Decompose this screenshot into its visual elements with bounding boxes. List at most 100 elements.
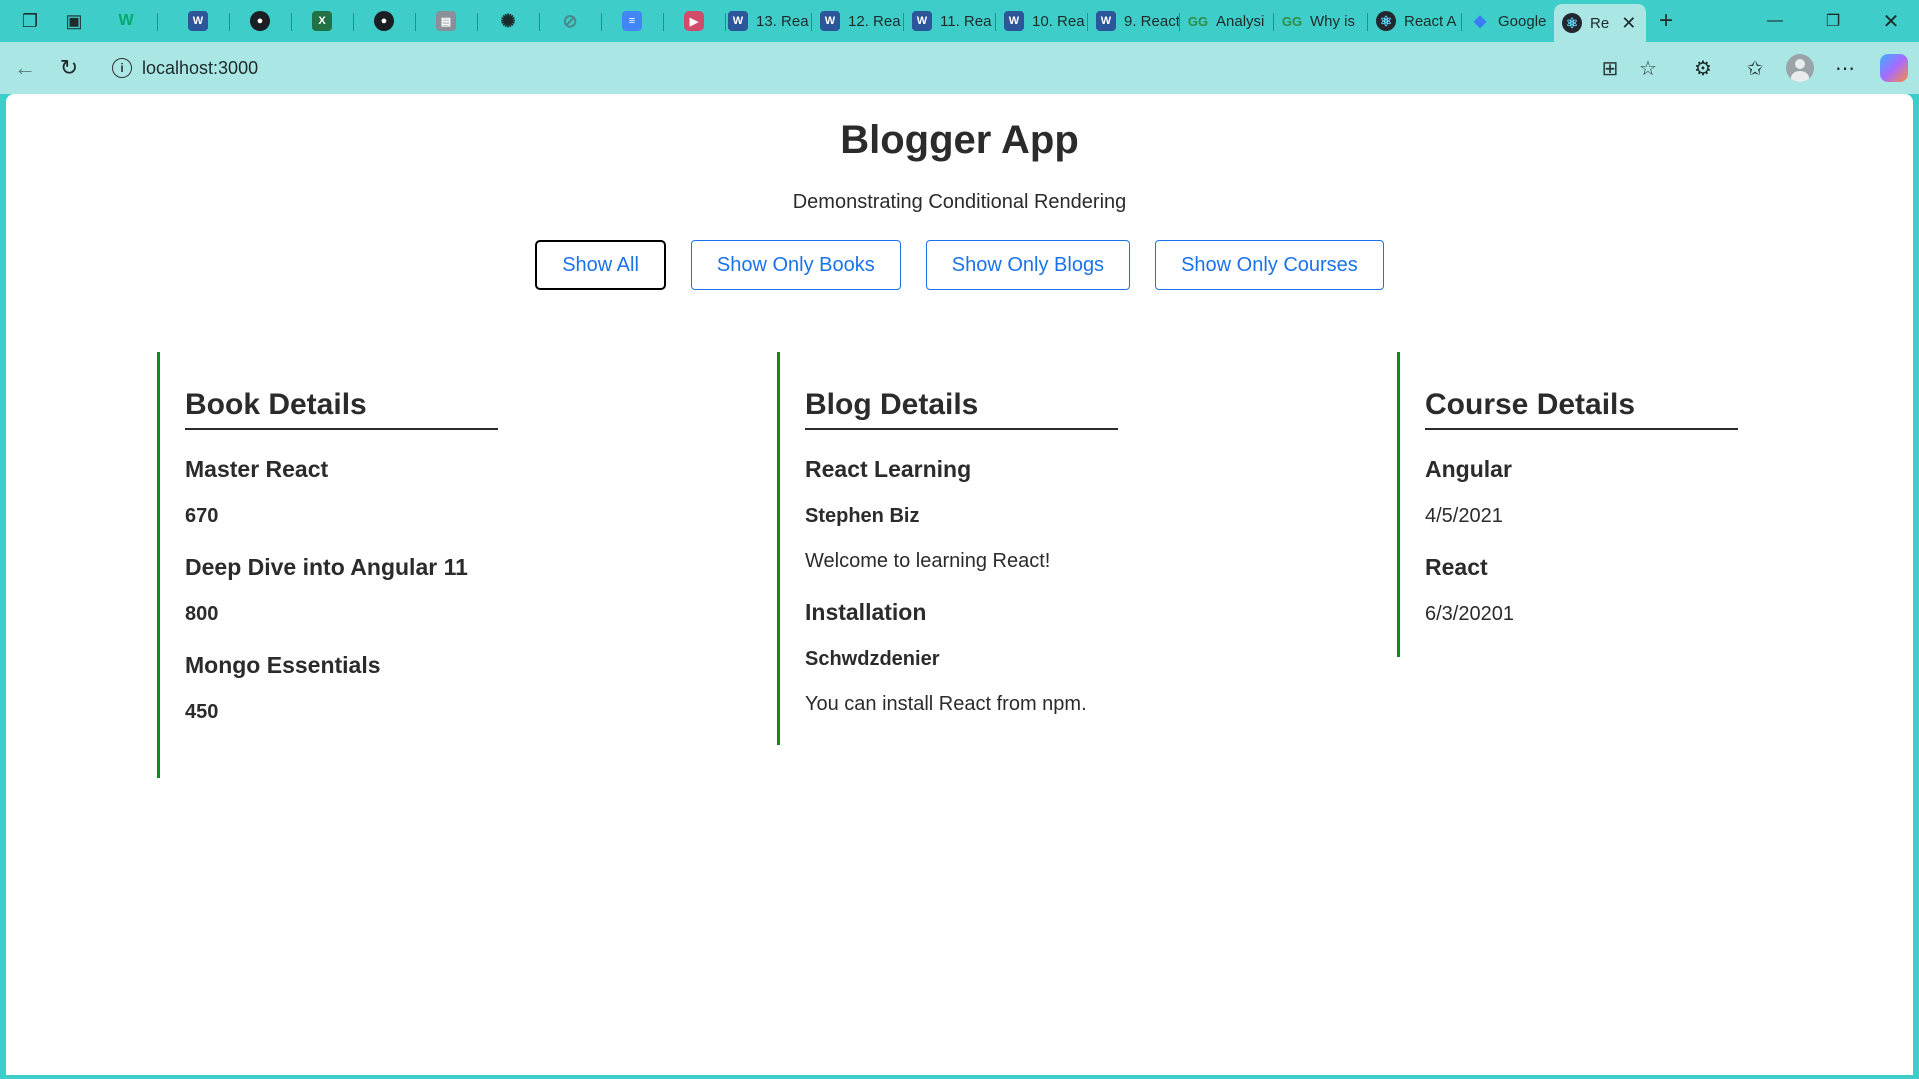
chatgpt-favicon-icon: ✺ bbox=[500, 10, 516, 31]
word-favicon-icon: W bbox=[1096, 11, 1116, 31]
course-date: 6/3/20201 bbox=[1425, 603, 1514, 625]
tab-title: 13. Rea bbox=[756, 12, 809, 30]
show-only-courses-button[interactable]: Show Only Courses bbox=[1155, 240, 1384, 290]
browser-tab[interactable]: ✺ bbox=[490, 4, 540, 38]
browser-tab[interactable]: W 13. Rea bbox=[720, 4, 812, 38]
tab-title: React A bbox=[1404, 12, 1457, 30]
blog-details-section: Blog Details React Learning Stephen Biz … bbox=[777, 352, 1118, 745]
browser-tab[interactable]: ● bbox=[242, 4, 292, 38]
book-details-heading: Book Details bbox=[185, 352, 498, 430]
tab-title: 9. React bbox=[1124, 12, 1180, 30]
browser-tab[interactable]: ▶ bbox=[676, 4, 726, 38]
profile-icon[interactable] bbox=[1786, 54, 1814, 82]
tab-title: 12. Rea bbox=[848, 12, 901, 30]
tab-actions-icon[interactable]: ▣ bbox=[58, 6, 90, 36]
close-icon[interactable]: ✕ bbox=[1868, 4, 1914, 38]
blog-content: Welcome to learning React! bbox=[805, 550, 1051, 572]
book-name: Mongo Essentials bbox=[185, 652, 381, 678]
plus-icon[interactable]: + bbox=[1650, 6, 1682, 36]
react-favicon-icon: ⚛ bbox=[1376, 11, 1396, 31]
page-viewport: Blogger App Demonstrating Conditional Re… bbox=[6, 94, 1913, 1075]
url-text[interactable]: localhost:3000 bbox=[142, 58, 258, 79]
tab-title: Analysi bbox=[1216, 12, 1265, 30]
word-favicon-icon: W bbox=[188, 11, 208, 31]
blog-author: Schwdzdenier bbox=[805, 648, 940, 670]
excel-favicon-icon: X bbox=[312, 11, 332, 31]
course-name: React bbox=[1425, 554, 1488, 580]
blogger-app: Blogger App Demonstrating Conditional Re… bbox=[6, 94, 1913, 1075]
filter-button-group: Show All Show Only Books Show Only Blogs… bbox=[6, 240, 1913, 290]
browser-tab[interactable]: X bbox=[304, 4, 354, 38]
pdf-favicon-icon: ▤ bbox=[436, 11, 456, 31]
word-favicon-icon: W bbox=[820, 11, 840, 31]
browser-tab-active[interactable]: ⚛ Re ✕ bbox=[1554, 4, 1646, 42]
browser-tab[interactable]: W 10. Rea bbox=[996, 4, 1088, 38]
youtube-favicon-icon: ▶ bbox=[684, 11, 704, 31]
browser-tab[interactable]: ⚛ React A bbox=[1368, 4, 1462, 38]
browser-tab[interactable]: W 12. Rea bbox=[812, 4, 904, 38]
blog-author: Stephen Biz bbox=[805, 505, 920, 527]
blog-content: You can install React from npm. bbox=[805, 693, 1087, 715]
blog-title: React Learning bbox=[805, 456, 972, 482]
word-favicon-icon: W bbox=[1004, 11, 1024, 31]
github-favicon-icon: ● bbox=[374, 11, 394, 31]
book-name: Deep Dive into Angular 11 bbox=[185, 554, 468, 580]
favorites-icon[interactable]: ✩ bbox=[1738, 52, 1772, 84]
book-details-section: Book Details Master React 670 Deep Dive … bbox=[157, 352, 498, 778]
show-all-button[interactable]: Show All bbox=[535, 240, 666, 290]
course-details-section: Course Details Angular 4/5/2021 React 6/… bbox=[1397, 352, 1738, 657]
star-icon[interactable]: ☆ bbox=[1634, 55, 1662, 81]
browser-toolbar: ← ↻ i localhost:3000 ⊞ ☆ ⚙ ✩ ⋯ bbox=[0, 42, 1919, 94]
geeksforgeeks-favicon-icon: GG bbox=[1281, 13, 1303, 29]
refresh-icon[interactable]: ↻ bbox=[52, 52, 86, 84]
browser-tab[interactable]: ◆ Google bbox=[1462, 4, 1556, 38]
browser-tab[interactable]: W 9. React bbox=[1088, 4, 1180, 38]
more-icon[interactable]: ⋯ bbox=[1828, 52, 1862, 84]
info-icon[interactable]: i bbox=[112, 58, 132, 78]
course-details-heading: Course Details bbox=[1425, 352, 1738, 430]
workspaces-icon[interactable]: ❐ bbox=[14, 6, 46, 36]
geeksforgeeks-favicon-icon: GG bbox=[1187, 13, 1209, 29]
browser-tab[interactable]: W bbox=[180, 4, 230, 38]
book-price: 800 bbox=[185, 603, 219, 625]
tab-title: Why is bbox=[1310, 12, 1355, 30]
browser-tab[interactable]: ● bbox=[366, 4, 416, 38]
tab-title: 10. Rea bbox=[1032, 12, 1085, 30]
chatgpt-favicon-icon: ⊘ bbox=[562, 10, 578, 31]
app-grid-icon[interactable]: ⊞ bbox=[1596, 55, 1624, 81]
book-price: 670 bbox=[185, 505, 219, 527]
browser-tab[interactable]: ≡ bbox=[614, 4, 664, 38]
show-only-blogs-button[interactable]: Show Only Blogs bbox=[925, 240, 1131, 290]
browser-tab[interactable]: W 11. Rea bbox=[904, 4, 996, 38]
book-name: Master React bbox=[185, 456, 329, 482]
browser-tab[interactable]: ▤ bbox=[428, 4, 478, 38]
blog-details-heading: Blog Details bbox=[805, 352, 1118, 430]
word-favicon-icon: W bbox=[912, 11, 932, 31]
course-name: Angular bbox=[1425, 456, 1512, 482]
tab-title: Re bbox=[1590, 14, 1610, 32]
browser-tab-strip: ❐ ▣ W W ● X ● ▤ ✺ ⊘ ≡ ▶ W 13. Rea W 12. Re… bbox=[0, 0, 1919, 42]
puzzle-icon[interactable]: ⚙ bbox=[1686, 52, 1720, 84]
minimize-icon[interactable]: — bbox=[1752, 4, 1798, 38]
docs-favicon-icon: ≡ bbox=[622, 11, 642, 31]
github-favicon-icon: ● bbox=[250, 11, 270, 31]
address-bar[interactable]: i localhost:3000 ⊞ ☆ bbox=[98, 49, 1657, 87]
back-arrow-icon[interactable]: ← bbox=[8, 52, 42, 84]
browser-tab[interactable]: ⊘ bbox=[552, 4, 602, 38]
page-subtitle: Demonstrating Conditional Rendering bbox=[792, 191, 1127, 213]
close-tab-icon[interactable]: ✕ bbox=[1621, 13, 1636, 34]
show-only-books-button[interactable]: Show Only Books bbox=[690, 240, 901, 290]
browser-tab[interactable]: GG Why is bbox=[1274, 4, 1368, 38]
word-favicon-icon: W bbox=[728, 11, 748, 31]
book-price: 450 bbox=[185, 701, 219, 723]
copilot-icon[interactable] bbox=[1880, 54, 1908, 82]
tab-title: Google bbox=[1498, 12, 1547, 30]
tab-title: 11. Rea bbox=[940, 12, 992, 30]
react-favicon-icon: ⚛ bbox=[1562, 13, 1582, 33]
browser-tab[interactable]: W bbox=[108, 4, 158, 38]
browser-tab[interactable]: GG Analysi bbox=[1180, 4, 1274, 38]
gemini-favicon-icon: ◆ bbox=[1473, 13, 1487, 30]
course-date: 4/5/2021 bbox=[1425, 505, 1503, 527]
restore-icon[interactable]: ❐ bbox=[1810, 4, 1856, 38]
w3schools-favicon-icon: W bbox=[118, 12, 134, 29]
